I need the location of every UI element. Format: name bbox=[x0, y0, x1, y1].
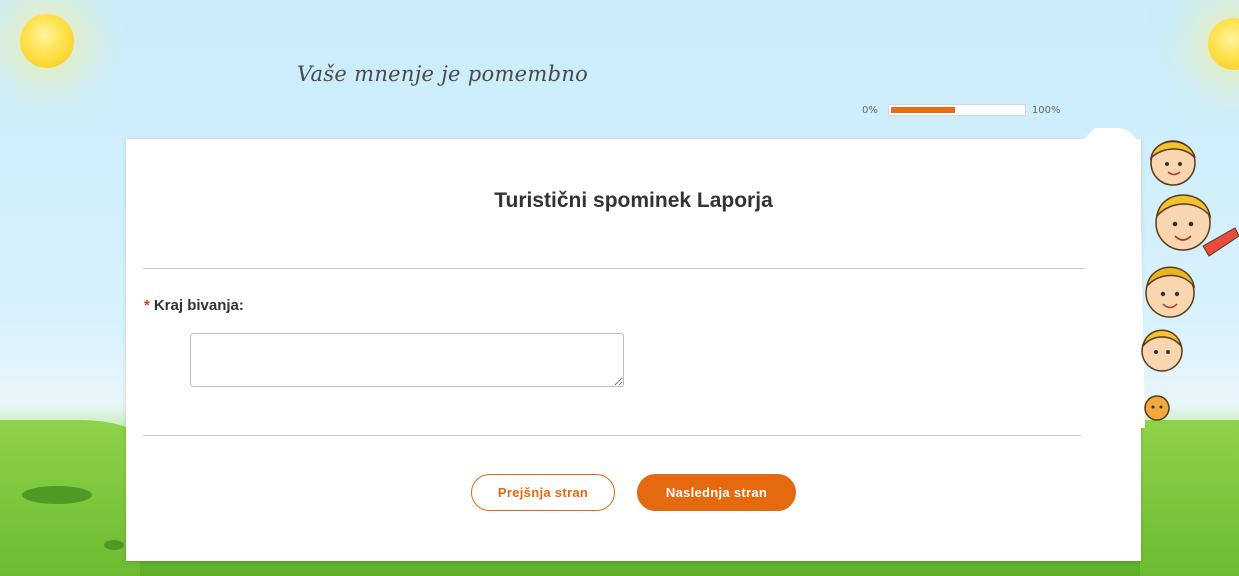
survey-title: Turistični spominek Laporja bbox=[494, 189, 773, 212]
sun-decoration-left bbox=[20, 14, 74, 68]
header-tagline: Vaše mnenje je pomembno bbox=[297, 62, 589, 86]
grass-decoration-right bbox=[1140, 420, 1239, 576]
divider bbox=[143, 268, 1125, 269]
sun-decoration-right bbox=[1208, 18, 1239, 70]
next-page-button[interactable]: Naslednja stran bbox=[637, 474, 796, 511]
required-marker: * bbox=[144, 297, 150, 314]
answer-textarea[interactable] bbox=[190, 333, 624, 387]
bush-decoration bbox=[104, 540, 124, 550]
previous-page-button[interactable]: Prejšnja stran bbox=[471, 474, 615, 511]
progress-track bbox=[887, 104, 1026, 116]
bush-decoration bbox=[22, 486, 92, 504]
progress-bar: 0% 100% bbox=[862, 104, 1060, 116]
progress-start-label: 0% bbox=[862, 104, 878, 116]
progress-end-label: 100% bbox=[1031, 104, 1061, 116]
question-label: * Kraj bivanja: bbox=[144, 297, 244, 314]
question-text: Kraj bivanja: bbox=[153, 297, 244, 314]
progress-fill bbox=[890, 107, 955, 113]
survey-card: Turistični spominek Laporja * Kraj bivanj… bbox=[126, 139, 1141, 561]
children-illustration bbox=[1085, 128, 1239, 428]
divider bbox=[143, 435, 1081, 436]
